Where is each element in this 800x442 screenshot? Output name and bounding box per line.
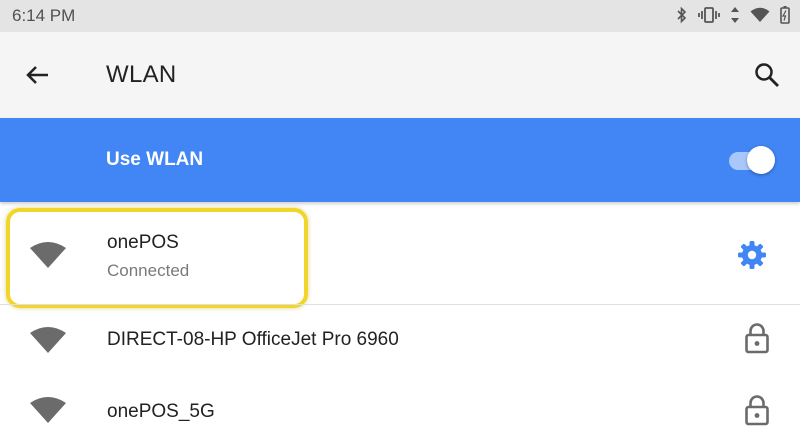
lock-icon — [744, 322, 770, 359]
network-item-direct-hp[interactable]: DIRECT-08-HP OfficeJet Pro 6960 — [0, 305, 800, 375]
switch-thumb — [747, 146, 775, 174]
use-wlan-row[interactable]: Use WLAN — [0, 118, 800, 202]
network-item-onepos[interactable]: onePOS Connected — [0, 205, 800, 304]
app-bar: WLAN — [0, 32, 800, 118]
network-item-onepos-5g[interactable]: onePOS_5G — [0, 375, 800, 442]
status-icons — [676, 6, 790, 24]
network-name: DIRECT-08-HP OfficeJet Pro 6960 — [107, 329, 399, 350]
gear-icon[interactable] — [737, 240, 767, 275]
status-bar: 6:14 PM — [0, 0, 800, 32]
wlan-toggle-switch[interactable] — [727, 143, 777, 179]
status-time: 6:14 PM — [12, 6, 76, 25]
wifi-icon — [28, 325, 68, 355]
bluetooth-icon — [676, 6, 688, 24]
wifi-icon — [28, 395, 68, 425]
use-wlan-label: Use WLAN — [106, 149, 204, 170]
arrow-back-icon[interactable] — [22, 60, 52, 90]
lock-icon — [744, 394, 770, 431]
network-name: onePOS — [107, 232, 179, 253]
vibrate-icon — [698, 7, 720, 23]
wifi-icon — [28, 240, 68, 270]
wifi-signal-icon — [750, 7, 770, 23]
search-icon[interactable] — [752, 60, 782, 90]
network-status: Connected — [107, 261, 190, 280]
page-title: WLAN — [106, 61, 177, 88]
data-arrows-icon — [730, 6, 740, 24]
battery-charging-icon — [780, 6, 790, 24]
network-name: onePOS_5G — [107, 401, 215, 422]
